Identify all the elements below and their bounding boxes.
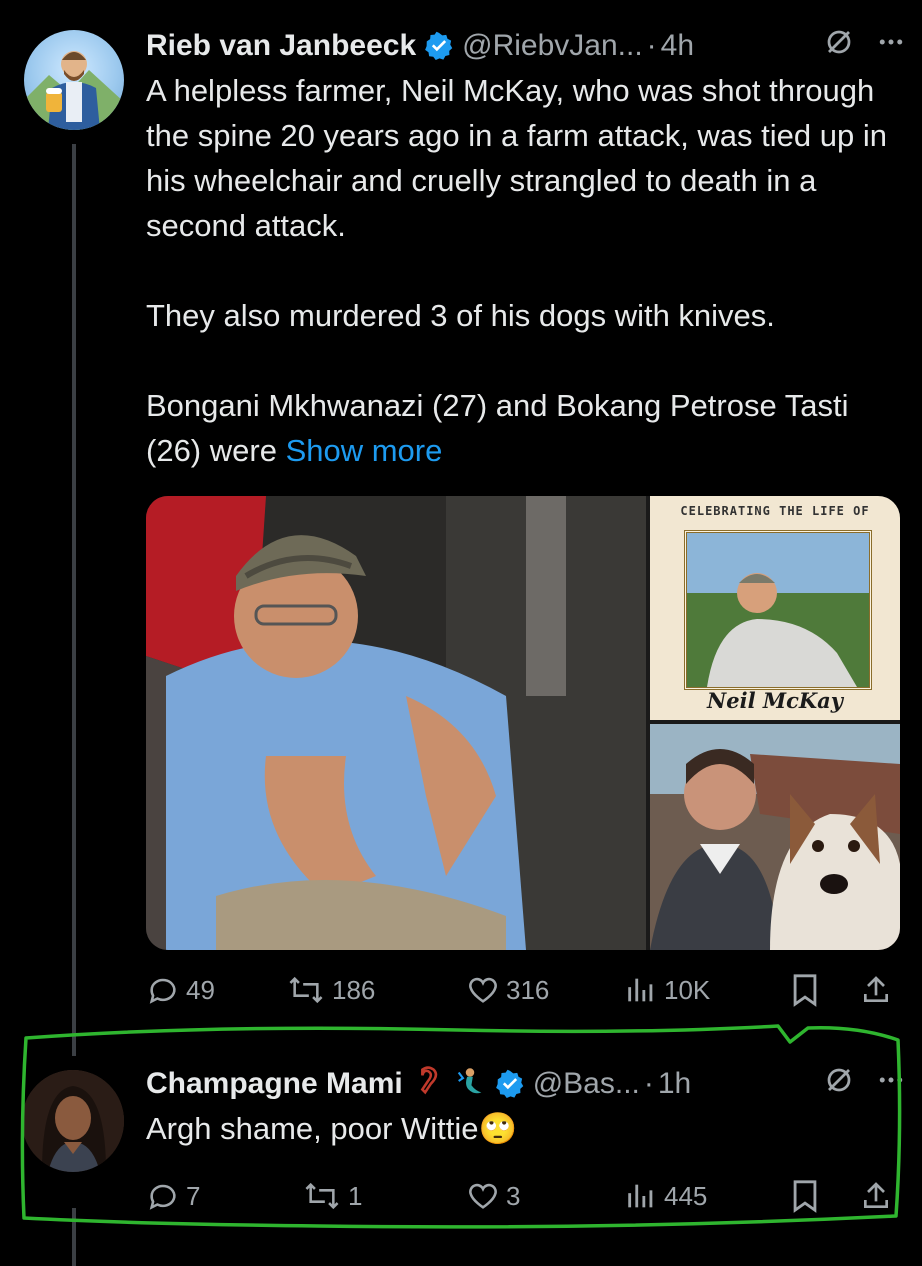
author-name[interactable]: Champagne Mami [146,1067,403,1101]
share-icon [864,976,888,1002]
media-photo-dog[interactable] [650,724,900,950]
tweet-paragraph-text: Bongani Mkhwanazi (27) and Bokang Petros… [146,388,849,468]
thread-line-continuation [72,1208,76,1266]
author-handle[interactable]: @Bas... [533,1067,640,1101]
like-button[interactable]: 3 [466,1176,520,1216]
tweet-paragraph: They also murdered 3 of his dogs with kn… [146,298,775,333]
separator-dot: · [643,1067,654,1100]
tweet-actions: 49 186 316 10K [146,970,906,1010]
views-button[interactable]: 445 [624,1176,707,1216]
avatar-champagne-mami[interactable] [22,1070,124,1172]
author-name[interactable]: Rieb van Janbeeck [146,29,416,63]
bookmark-icon [793,974,817,1007]
memorial-name: Neil McKay [707,688,843,713]
reply-text: Argh shame, poor Wittie [146,1111,479,1146]
like-icon [469,1183,497,1209]
reply-count: 7 [186,1180,201,1211]
views-button[interactable]: 10K [624,970,710,1010]
author-handle[interactable]: @RiebvJan... [462,29,643,63]
reply-count: 49 [186,974,215,1005]
memorial-photo [684,530,872,690]
share-icon [864,1182,888,1208]
verified-icon [495,1069,525,1099]
more-icon[interactable] [876,27,906,65]
thread-line [72,144,76,1056]
tweet-paragraph: Bongani Mkhwanazi (27) and Bokang Petros… [146,383,906,473]
bookmark-button[interactable] [790,1176,820,1216]
reply-button[interactable]: 49 [146,970,215,1010]
avatar-photo [22,1070,124,1172]
post-time[interactable]: 1h [658,1067,691,1101]
tweet-media[interactable]: CELEBRATING THE LIFE OF Neil McKay [146,496,900,950]
share-button[interactable] [860,970,892,1010]
separator-dot: · [646,29,657,62]
more-icon[interactable] [876,1065,906,1103]
like-count: 316 [506,974,550,1005]
bookmark-button[interactable] [790,970,820,1010]
tweet-actions: 7 1 3 445 [146,1176,906,1216]
verified-icon [424,31,454,61]
mermaid-emoji-icon [453,1064,487,1105]
views-count: 10K [664,974,711,1005]
like-count: 3 [506,1180,521,1211]
reply-icon [149,1184,176,1210]
bookmark-icon [793,1180,817,1213]
eye-roll-emoji: 🙄 [478,1111,518,1146]
repost-count: 186 [332,974,376,1005]
views-icon [628,978,653,1002]
tweet-header: Rieb van Janbeeck @RiebvJan... · 4h [146,26,906,66]
memorial-caption: CELEBRATING THE LIFE OF [680,504,870,518]
like-button[interactable]: 316 [466,970,549,1010]
tweet-paragraph: A helpless farmer, Neil McKay, who was s… [146,73,887,243]
share-button[interactable] [860,1176,892,1216]
post-time[interactable]: 4h [661,29,694,63]
media-photo-farmer[interactable] [146,496,646,950]
avatar-rieb[interactable] [24,30,124,130]
tweet-text: Argh shame, poor Wittie🙄 [146,1106,906,1151]
ribbon-emoji-icon [411,1064,445,1105]
like-icon [469,977,497,1003]
reply-icon [149,978,176,1004]
repost-icon [305,1182,339,1210]
repost-count: 1 [348,1180,363,1211]
media-memorial-card[interactable]: CELEBRATING THE LIFE OF Neil McKay [650,496,900,720]
tweet-text: A helpless farmer, Neil McKay, who was s… [146,68,906,473]
show-more-link[interactable]: Show more [286,433,443,468]
views-count: 445 [664,1180,708,1211]
repost-button[interactable]: 186 [286,970,375,1010]
tweet-main[interactable]: Rieb van Janbeeck @RiebvJan... · 4h A he… [146,26,906,473]
repost-button[interactable]: 1 [302,1176,362,1216]
tweet-header: Champagne Mami @Bas... · 1h [146,1064,906,1104]
repost-icon [289,976,323,1004]
tweet-reply[interactable]: Champagne Mami @Bas... · 1h Argh shame, … [146,1064,906,1151]
reply-button[interactable]: 7 [146,1176,200,1216]
grok-icon[interactable] [824,1065,854,1103]
avatar-illustration [24,51,124,130]
grok-icon[interactable] [824,27,854,65]
views-icon [628,1184,653,1208]
